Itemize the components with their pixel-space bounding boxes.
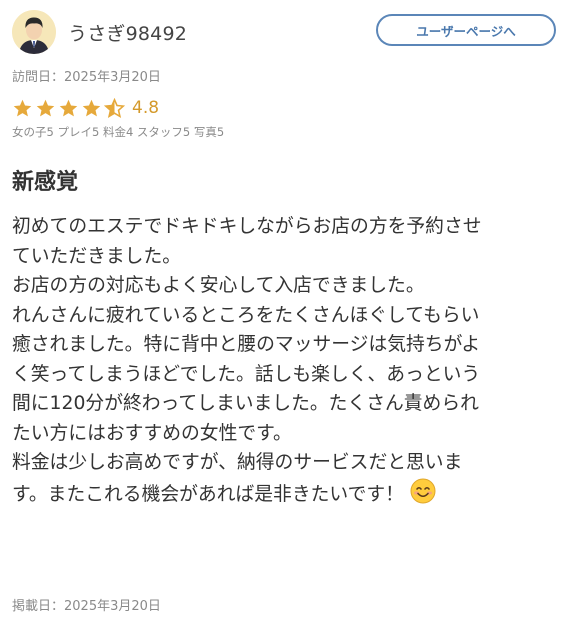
user-page-button[interactable]: ユーザーページへ <box>376 14 556 46</box>
review-line: 初めてのエステでドキドキしながらお店の方を予約させ <box>12 216 482 237</box>
username[interactable]: うさぎ98492 <box>68 19 187 46</box>
review-line: れんさんに疲れているところをたくさんほぐしてもらい <box>12 304 480 326</box>
visit-date: 訪問日：2025年3月20日 <box>12 70 161 85</box>
review-line: す。またこれる機会があれば是非きたいです！ <box>12 483 404 505</box>
star-icon <box>59 99 78 116</box>
review-line: ていただきました。 <box>12 245 182 267</box>
half-star-icon <box>104 97 125 118</box>
review-line-last: す。またこれる機会があれば是非きたいです！ <box>12 478 564 508</box>
review-line: 料金は少しお高めですが、納得のサービスだと思いま <box>12 452 463 473</box>
star-icon <box>82 99 101 116</box>
sub-scores: 女の子5 プレイ5 料金4 スタッフ5 写真5 <box>12 125 225 139</box>
smiling-face-icon <box>410 478 436 503</box>
rating-value: 4.8 <box>132 98 160 118</box>
user-avatar-icon[interactable] <box>12 10 56 54</box>
review-line: く笑ってしまうほどでした。話しも楽しく、あっという <box>12 363 481 385</box>
posted-date: 掲載日：2025年3月20日 <box>12 599 161 614</box>
review-line: たい方にはおすすめの女性です。 <box>12 422 292 444</box>
review-line: 癒されました。特に背中と腰のマッサージは気持ちがよ <box>12 334 481 355</box>
review-header: うさぎ98492 ユーザーページへ <box>12 10 564 56</box>
review-line: 間に120分が終わってしまいました。たくさん責められ <box>12 393 479 414</box>
review-title: 新感覚 <box>12 170 79 195</box>
rating-row: 4.8 <box>12 96 159 120</box>
star-icon <box>13 99 32 116</box>
star-icon <box>36 99 55 116</box>
review-body: 初めてのエステでドキドキしながらお店の方を予約させ ていただきました。 お店の方… <box>12 212 564 507</box>
review-line: お店の方の対応もよく安心して入店できました。 <box>12 275 425 296</box>
